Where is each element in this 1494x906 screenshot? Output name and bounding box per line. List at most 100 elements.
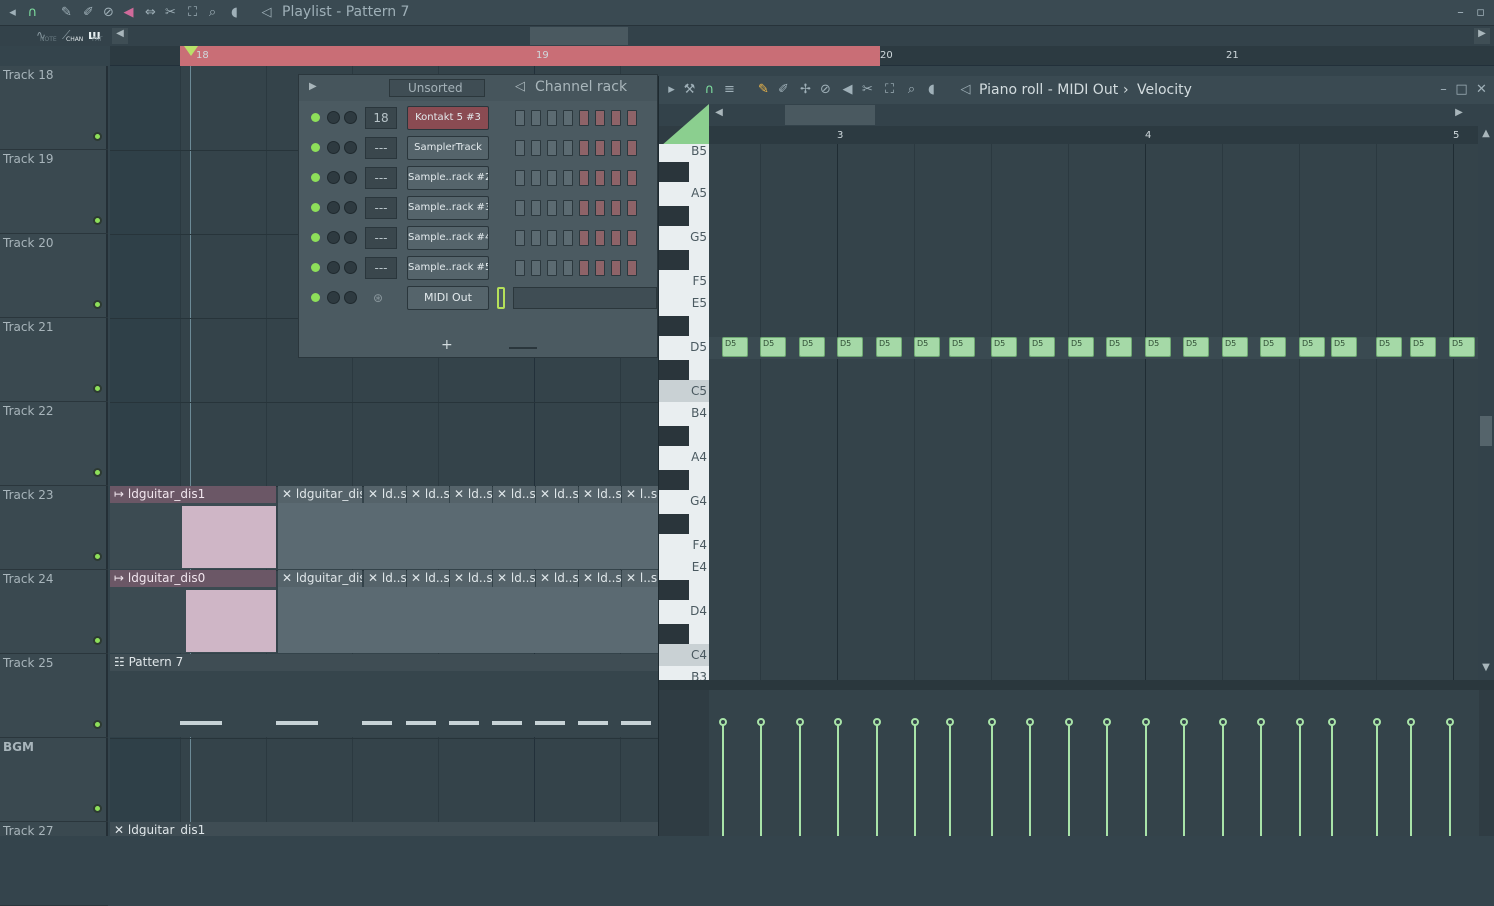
track-enable-led[interactable]	[93, 216, 102, 225]
mute-icon[interactable]: ◀	[839, 81, 856, 98]
pattern-clip-body[interactable]	[110, 671, 660, 737]
note[interactable]: D5	[876, 337, 902, 357]
step-button[interactable]	[531, 200, 541, 216]
slice-icon[interactable]: ✂	[859, 81, 876, 98]
velocity-handle[interactable]	[873, 718, 881, 726]
channel-enable-led[interactable]	[311, 233, 320, 242]
mixer-track-number[interactable]: 18	[365, 107, 397, 129]
note[interactable]: D5	[914, 337, 940, 357]
track-header[interactable]: Track 20	[0, 234, 108, 318]
black-key[interactable]	[659, 206, 689, 226]
rack-menu-arrow-icon[interactable]: ▶	[309, 81, 317, 92]
black-key[interactable]	[659, 250, 689, 270]
channel-button[interactable]: Sample..rack #4	[407, 226, 489, 250]
track-enable-led[interactable]	[93, 804, 102, 813]
step-button[interactable]	[563, 200, 573, 216]
channel-button[interactable]: Sample..rack #2	[407, 166, 489, 190]
playlist-scrollbar[interactable]: ∿ ⟋ ш NOTE CHAN PAT ◀ ▶	[0, 26, 1494, 46]
step-button[interactable]	[531, 230, 541, 246]
channel-enable-led[interactable]	[311, 143, 320, 152]
step-button[interactable]	[531, 260, 541, 276]
audio-clip-header[interactable]: ✕ ld..s1	[450, 486, 492, 503]
step-button[interactable]	[579, 110, 589, 126]
velocity-bar[interactable]	[837, 722, 839, 836]
step-button[interactable]	[563, 260, 573, 276]
volume-knob[interactable]	[327, 111, 340, 124]
audio-clip-header[interactable]: ✕ ld..s1	[364, 486, 406, 503]
audio-clip-header[interactable]: ✕ ld..s0	[493, 570, 535, 587]
step-button[interactable]	[579, 230, 589, 246]
pan-knob[interactable]	[344, 201, 357, 214]
velocity-handle[interactable]	[1446, 718, 1454, 726]
velocity-bar[interactable]	[1068, 722, 1070, 836]
note[interactable]: D5	[1260, 337, 1286, 357]
minimize-icon[interactable]: –	[1452, 4, 1469, 21]
audio-clip-header[interactable]: ✕ ld..s1	[407, 486, 449, 503]
chop-icon[interactable]: ✢	[797, 81, 814, 98]
pan-knob[interactable]	[344, 171, 357, 184]
channel-enable-led[interactable]	[311, 293, 320, 302]
track-header[interactable]: Track 22	[0, 402, 108, 486]
track-enable-led[interactable]	[93, 300, 102, 309]
audio-clip-header[interactable]: ✕ ldguitar_dis1	[278, 486, 362, 503]
velocity-bar[interactable]	[760, 722, 762, 836]
add-channel-button[interactable]: +	[441, 337, 453, 353]
step-button[interactable]	[515, 110, 525, 126]
mute-icon[interactable]: ◀	[120, 4, 137, 21]
pan-knob[interactable]	[344, 291, 357, 304]
piano-roll-vscroll[interactable]: ▲ ▼	[1478, 126, 1494, 680]
velocity-bar[interactable]	[1145, 722, 1147, 836]
volume-knob[interactable]	[327, 291, 340, 304]
mixer-track-number[interactable]: ---	[365, 197, 397, 219]
black-key[interactable]	[659, 580, 689, 600]
velocity-bar[interactable]	[1183, 722, 1185, 836]
audio-clip-header[interactable]: ✕ ldguitar_dis0	[278, 570, 362, 587]
step-button[interactable]	[515, 200, 525, 216]
track-header[interactable]: Track 25	[0, 654, 108, 738]
note[interactable]: D5	[1376, 337, 1402, 357]
velocity-lane[interactable]	[709, 690, 1479, 836]
velocity-bar[interactable]	[991, 722, 993, 836]
step-button[interactable]	[579, 260, 589, 276]
scroll-thumb[interactable]	[530, 27, 628, 45]
audio-clip-header[interactable]: ✕ ld..s0	[364, 570, 406, 587]
velocity-handle[interactable]	[1065, 718, 1073, 726]
velocity-handle[interactable]	[988, 718, 996, 726]
step-button[interactable]	[547, 230, 557, 246]
velocity-bar[interactable]	[1331, 722, 1333, 836]
slip-icon[interactable]: ⇔	[142, 4, 159, 21]
velocity-handle[interactable]	[1180, 718, 1188, 726]
step-button[interactable]	[515, 260, 525, 276]
note[interactable]: D5	[837, 337, 863, 357]
velocity-bar[interactable]	[1410, 722, 1412, 836]
step-button[interactable]	[579, 140, 589, 156]
velocity-bar[interactable]	[799, 722, 801, 836]
step-button[interactable]	[611, 200, 621, 216]
black-key[interactable]	[659, 426, 689, 446]
velocity-bar[interactable]	[1260, 722, 1262, 836]
step-button[interactable]	[627, 110, 637, 126]
paint-icon[interactable]: ✐	[80, 4, 97, 21]
step-button[interactable]	[595, 140, 605, 156]
step-button[interactable]	[531, 110, 541, 126]
pan-knob[interactable]	[344, 231, 357, 244]
note[interactable]: D5	[1183, 337, 1209, 357]
step-button[interactable]	[595, 110, 605, 126]
audio-clip-body[interactable]	[278, 503, 660, 569]
step-button[interactable]	[627, 260, 637, 276]
channel-row[interactable]: --- Sample..rack #5	[307, 255, 657, 281]
note[interactable]: D5	[1331, 337, 1357, 357]
audio-clip-header[interactable]: ✕ ld..s1	[493, 486, 535, 503]
step-button[interactable]	[515, 230, 525, 246]
step-button[interactable]	[611, 230, 621, 246]
note[interactable]: D5	[1068, 337, 1094, 357]
vscroll-thumb[interactable]	[1480, 416, 1492, 446]
velocity-handle[interactable]	[1328, 718, 1336, 726]
step-button[interactable]	[627, 140, 637, 156]
menu-arrow-icon[interactable]: ◂	[4, 4, 21, 21]
channel-row[interactable]: 18 Kontakt 5 #3	[307, 105, 657, 131]
note[interactable]: D5	[1029, 337, 1055, 357]
step-button[interactable]	[595, 170, 605, 186]
volume-knob[interactable]	[327, 141, 340, 154]
velocity-handle[interactable]	[946, 718, 954, 726]
